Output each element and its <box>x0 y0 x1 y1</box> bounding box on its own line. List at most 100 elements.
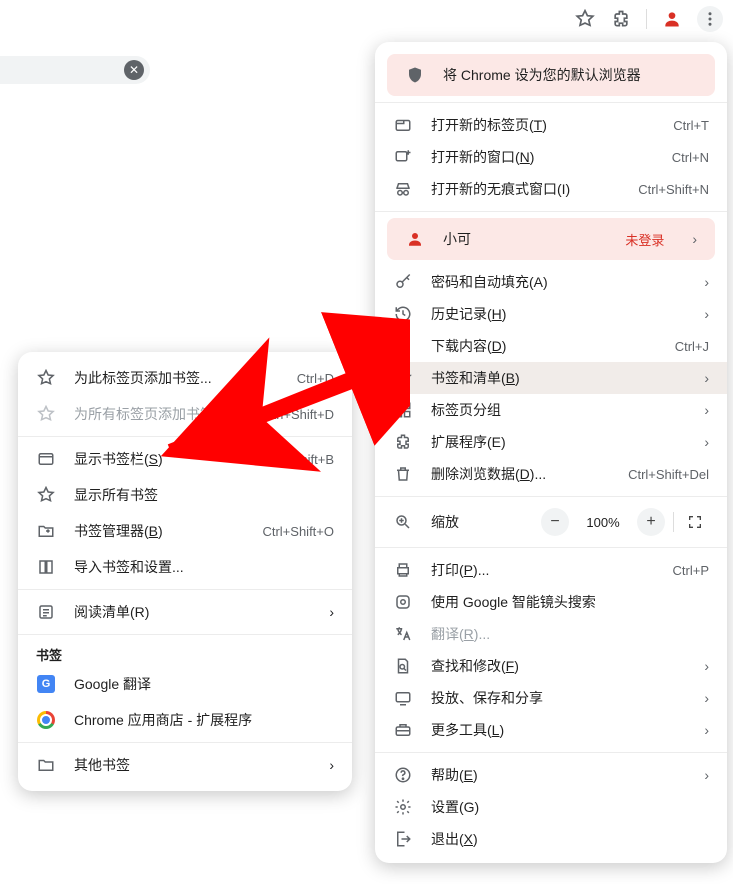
bookmark-chrome-webstore[interactable]: Chrome 应用商店 - 扩展程序 <box>18 702 352 738</box>
separator <box>18 589 352 590</box>
separator <box>375 211 727 212</box>
extensions-icon[interactable] <box>610 8 632 30</box>
book-icon <box>36 557 56 577</box>
new-window-item[interactable]: 打开新的窗口(N) Ctrl+N <box>375 141 727 173</box>
zoom-in-button[interactable]: + <box>637 508 665 536</box>
bookmarks-heading: 书签 <box>18 639 352 666</box>
profile-name: 小可 <box>443 229 607 249</box>
history-icon <box>393 304 413 324</box>
help-item[interactable]: 帮助(E) › <box>375 759 727 791</box>
google-translate-favicon: G <box>36 674 56 694</box>
label: 显示所有书签 <box>74 485 334 505</box>
more-tools-item[interactable]: 更多工具(L) › <box>375 714 727 746</box>
extensions-item[interactable]: 扩展程序(E) › <box>375 426 727 458</box>
bookmarks-submenu: 为此标签页添加书签... Ctrl+D 为所有标签页添加书签... Ctrl+S… <box>18 352 352 791</box>
label: Chrome 应用商店 - 扩展程序 <box>74 710 334 730</box>
profile-avatar-icon[interactable] <box>661 8 683 30</box>
label: 为此标签页添加书签... <box>74 368 279 388</box>
label: 删除浏览数据(D)... <box>431 464 610 484</box>
print-item[interactable]: 打印(P)... Ctrl+P <box>375 554 727 586</box>
chevron-right-icon: › <box>329 757 334 773</box>
shortcut: Ctrl+Shift+O <box>262 524 334 539</box>
exit-icon <box>393 829 413 849</box>
separator <box>18 634 352 635</box>
help-icon <box>393 765 413 785</box>
label: 标签页分组 <box>431 400 686 420</box>
star-icon <box>36 485 56 505</box>
chevron-right-icon: › <box>704 306 709 322</box>
find-item[interactable]: 查找和修改(F) › <box>375 650 727 682</box>
cast-save-share-item[interactable]: 投放、保存和分享 › <box>375 682 727 714</box>
label: Google 翻译 <box>74 674 334 694</box>
folder-icon <box>36 755 56 775</box>
bookmark-manager-item[interactable]: 书签管理器(B) Ctrl+Shift+O <box>18 513 352 549</box>
exit-item[interactable]: 退出(X) <box>375 823 727 855</box>
fullscreen-button[interactable] <box>681 508 709 536</box>
tab-groups-item[interactable]: 标签页分组 › <box>375 394 727 426</box>
label: 历史记录(H) <box>431 304 686 324</box>
separator <box>375 102 727 103</box>
label: 打印(P)... <box>431 560 655 580</box>
label: 打开新的窗口(N) <box>431 147 654 167</box>
history-item[interactable]: 历史记录(H) › <box>375 298 727 330</box>
shortcut: Ctrl+P <box>673 563 709 578</box>
reading-list-item[interactable]: 阅读清单(R) › <box>18 594 352 630</box>
zoom-controls: − 100% + <box>541 508 709 536</box>
lens-item[interactable]: 使用 Google 智能镜头搜索 <box>375 586 727 618</box>
other-bookmarks-item[interactable]: 其他书签 › <box>18 747 352 783</box>
cast-icon <box>393 688 413 708</box>
zoom-row: 缩放 − 100% + <box>375 503 727 541</box>
settings-item[interactable]: 设置(G) <box>375 791 727 823</box>
label: 翻译(R)... <box>431 624 709 644</box>
folder-arrow-icon <box>36 521 56 541</box>
kebab-menu-icon[interactable] <box>697 6 723 32</box>
omnibox-pill[interactable]: ✕ <box>0 56 150 84</box>
shortcut: Ctrl+J <box>675 339 709 354</box>
zoom-out-button[interactable]: − <box>541 508 569 536</box>
label: 退出(X) <box>431 829 709 849</box>
toolbar-right <box>574 6 723 32</box>
zoom-value: 100% <box>581 515 625 530</box>
lens-icon <box>393 592 413 612</box>
star-icon <box>393 368 413 388</box>
profile-row[interactable]: 小可 未登录 › <box>387 218 715 260</box>
label: 使用 Google 智能镜头搜索 <box>431 592 709 612</box>
chevron-right-icon: › <box>704 767 709 783</box>
new-tab-item[interactable]: 打开新的标签页(T) Ctrl+T <box>375 109 727 141</box>
passwords-item[interactable]: 密码和自动填充(A) › <box>375 266 727 298</box>
import-bookmarks-item[interactable]: 导入书签和设置... <box>18 549 352 585</box>
incognito-icon <box>393 179 413 199</box>
separator <box>18 742 352 743</box>
default-browser-banner[interactable]: 将 Chrome 设为您的默认浏览器 <box>387 54 715 96</box>
label: 书签和清单(B) <box>431 368 686 388</box>
show-bookmarks-bar-item[interactable]: 显示书签栏(S) Ctrl+Shift+B <box>18 441 352 477</box>
grid-icon <box>393 400 413 420</box>
search-page-icon <box>393 656 413 676</box>
download-icon <box>393 336 413 356</box>
incognito-item[interactable]: 打开新的无痕式窗口(I) Ctrl+Shift+N <box>375 173 727 205</box>
label: 打开新的标签页(T) <box>431 115 655 135</box>
add-bookmark-item[interactable]: 为此标签页添加书签... Ctrl+D <box>18 360 352 396</box>
chevron-right-icon: › <box>704 434 709 450</box>
chevron-right-icon: › <box>704 722 709 738</box>
label: 投放、保存和分享 <box>431 688 686 708</box>
label: 其他书签 <box>74 755 311 775</box>
label: 下载内容(D) <box>431 336 657 356</box>
label: 更多工具(L) <box>431 720 686 740</box>
translate-icon <box>393 624 413 644</box>
label: 显示书签栏(S) <box>74 449 246 469</box>
clear-data-item[interactable]: 删除浏览数据(D)... Ctrl+Shift+Del <box>375 458 727 490</box>
bookmark-google-translate[interactable]: G Google 翻译 <box>18 666 352 702</box>
printer-icon <box>393 560 413 580</box>
star-icon[interactable] <box>574 8 596 30</box>
toolbar <box>0 0 733 37</box>
close-icon[interactable]: ✕ <box>124 60 144 80</box>
label: 扩展程序(E) <box>431 432 686 452</box>
bookmarks-lists-item[interactable]: 书签和清单(B) › <box>375 362 727 394</box>
profile-status: 未登录 <box>625 230 664 249</box>
show-all-bookmarks-item[interactable]: 显示所有书签 <box>18 477 352 513</box>
zoom-icon <box>393 512 413 532</box>
toolbox-icon <box>393 720 413 740</box>
downloads-item[interactable]: 下载内容(D) Ctrl+J <box>375 330 727 362</box>
shortcut: Ctrl+Shift+Del <box>628 467 709 482</box>
